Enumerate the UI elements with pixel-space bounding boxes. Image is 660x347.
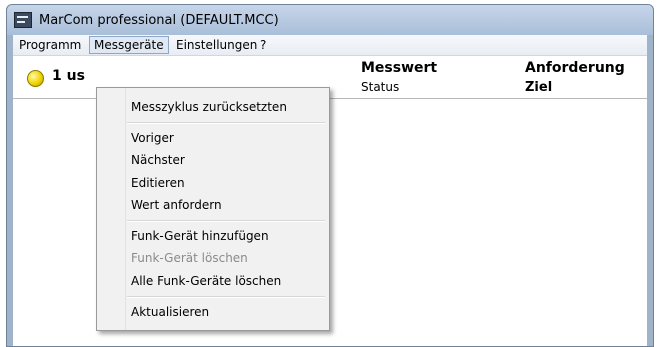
menu-programm[interactable]: Programm (15, 37, 85, 53)
menu-item-messzyklus-reset[interactable]: Messzyklus zurücksetzten (131, 99, 287, 115)
client-area: Programm Messgeräte Einstellungen ? 1 us… (13, 35, 647, 346)
status-led-icon (27, 70, 44, 87)
messgeraete-dropdown-menu: Messzyklus zurücksetzten Voriger Nächste… (96, 87, 330, 331)
menu-separator (127, 122, 325, 124)
menu-separator (127, 220, 325, 222)
column-title-anforderung: Anforderung (525, 60, 625, 76)
menu-einstellungen[interactable]: Einstellungen (172, 37, 261, 53)
menu-item-editieren[interactable]: Editieren (131, 175, 185, 191)
menu-bar: Programm Messgeräte Einstellungen ? (13, 35, 647, 56)
menu-help[interactable]: ? (256, 37, 270, 53)
app-window: MarCom professional (DEFAULT.MCC) Progra… (6, 4, 654, 347)
title-bar[interactable]: MarCom professional (DEFAULT.MCC) (7, 5, 653, 35)
menu-item-alle-funk-geraete-loeschen[interactable]: Alle Funk-Geräte löschen (131, 273, 281, 289)
menu-item-naechster[interactable]: Nächster (131, 152, 185, 168)
app-logo-icon[interactable] (14, 12, 32, 28)
menu-item-voriger[interactable]: Voriger (131, 130, 174, 146)
menu-messgeraete[interactable]: Messgeräte (89, 36, 169, 54)
menu-item-wert-anfordern[interactable]: Wert anfordern (131, 197, 222, 213)
device-label: 1 us (52, 68, 85, 84)
window-title: MarCom professional (DEFAULT.MCC) (39, 13, 279, 28)
menu-icon-gutter (97, 88, 126, 330)
column-sub-status: Status (361, 80, 400, 94)
menu-item-aktualisieren[interactable]: Aktualisieren (131, 304, 209, 320)
menu-item-funk-geraet-loeschen: Funk-Gerät löschen (131, 251, 248, 265)
menu-item-funk-geraet-hinzufuegen[interactable]: Funk-Gerät hinzufügen (131, 228, 269, 244)
column-title-messwert: Messwert (361, 60, 438, 76)
column-sub-ziel: Ziel (525, 80, 553, 95)
menu-separator (127, 296, 325, 298)
